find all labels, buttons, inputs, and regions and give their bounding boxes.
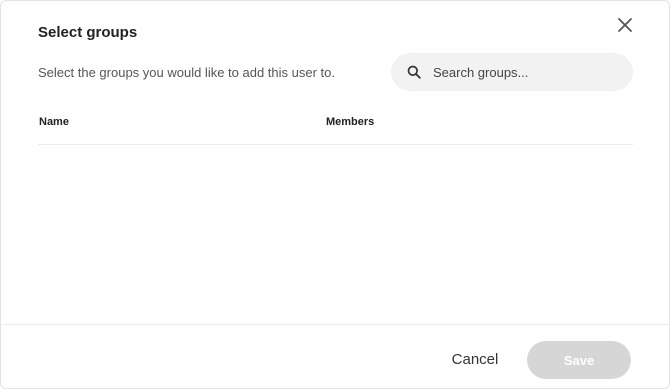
select-groups-dialog: Select groups Select the groups you woul… [0, 0, 670, 389]
close-icon [618, 18, 632, 32]
dialog-description: Select the groups you would like to add … [38, 65, 336, 80]
search-box[interactable] [391, 53, 633, 91]
column-header-members[interactable]: Members [326, 116, 374, 128]
dialog-title: Select groups [38, 24, 138, 41]
search-input[interactable] [431, 63, 615, 81]
column-header-name[interactable]: Name [39, 116, 69, 128]
save-button[interactable]: Save [527, 341, 631, 379]
close-button[interactable] [613, 13, 637, 37]
cancel-button[interactable]: Cancel [441, 341, 509, 377]
search-icon [407, 65, 421, 79]
groups-table-body [38, 145, 633, 320]
footer-divider [1, 324, 669, 325]
